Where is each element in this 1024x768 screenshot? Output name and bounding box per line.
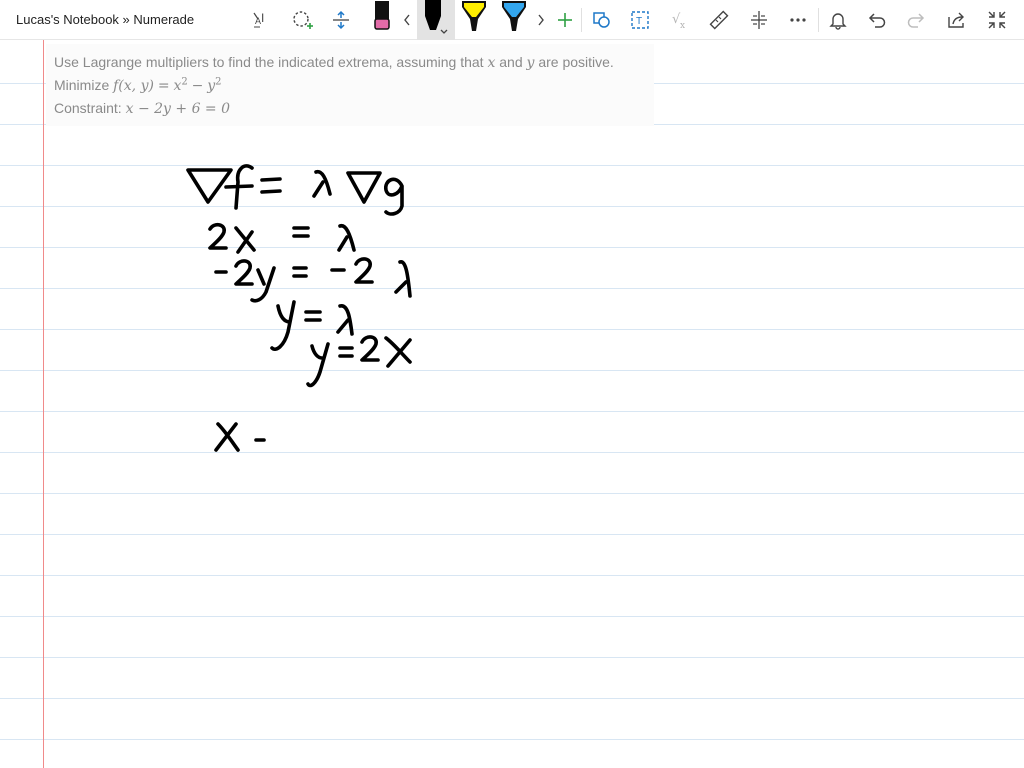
scroll-right-icon[interactable] — [530, 6, 552, 34]
ink-to-shape-icon[interactable] — [588, 6, 616, 34]
more-icon[interactable] — [784, 6, 812, 34]
redo-icon[interactable] — [902, 6, 930, 34]
svg-text:I: I — [261, 11, 264, 25]
notebook-page[interactable] — [0, 40, 1024, 768]
scroll-left-icon[interactable] — [396, 6, 418, 34]
highlighter-blue-icon[interactable] — [500, 0, 528, 34]
protractor-icon[interactable] — [745, 6, 773, 34]
collapse-icon[interactable] — [983, 6, 1011, 34]
undo-icon[interactable] — [863, 6, 891, 34]
problem-objective-line: Minimize f(x, y) = x2 − y2 — [54, 76, 222, 94]
pen-pink-icon[interactable] — [368, 0, 396, 34]
highlighter-yellow-icon[interactable] — [460, 0, 488, 34]
toolbar-separator — [818, 8, 819, 32]
add-pen-icon[interactable] — [551, 6, 579, 34]
insert-space-icon[interactable] — [327, 6, 355, 34]
text-size-icon[interactable]: AI — [248, 6, 276, 34]
problem-intro-line: Use Lagrange multipliers to find the ind… — [54, 54, 614, 71]
ruler-icon[interactable] — [705, 6, 733, 34]
share-icon[interactable] — [942, 6, 970, 34]
breadcrumb[interactable]: Lucas's Notebook » Numerade — [16, 12, 194, 27]
problem-constraint-line: Constraint: x − 2y + 6 = 0 — [54, 100, 231, 117]
notifications-icon[interactable] — [824, 6, 852, 34]
page-margin-line — [43, 40, 44, 768]
pen-black-icon[interactable] — [422, 0, 450, 38]
problem-statement: Use Lagrange multipliers to find the ind… — [46, 44, 654, 126]
toolbar-separator — [581, 8, 582, 32]
svg-text:T: T — [636, 16, 642, 27]
ink-to-math-icon[interactable]: √ x — [666, 6, 694, 34]
lasso-select-icon[interactable] — [288, 6, 316, 34]
svg-text:x: x — [680, 21, 685, 31]
top-toolbar: Lucas's Notebook » Numerade AI T √ x — [0, 0, 1024, 40]
ink-to-text-icon[interactable]: T — [626, 6, 654, 34]
